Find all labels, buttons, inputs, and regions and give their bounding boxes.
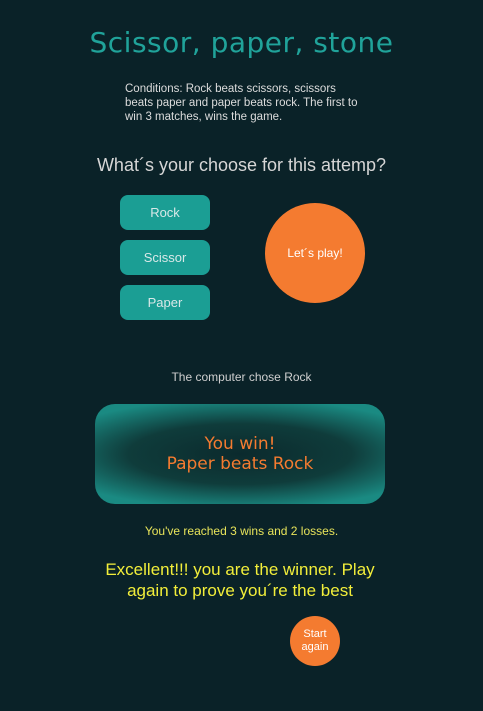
start-again-line1: Start: [303, 628, 327, 640]
computer-choice-text: The computer chose Rock: [171, 370, 312, 384]
result-outcome: You win!: [204, 434, 276, 454]
start-again-button[interactable]: Start again: [290, 616, 340, 666]
choice-prompt: What´s your choose for this attemp?: [96, 155, 387, 175]
start-again-label: Start again: [302, 628, 329, 654]
rock-button[interactable]: Rock: [120, 195, 210, 230]
scissor-button[interactable]: Scissor: [120, 240, 210, 275]
game-conditions: Conditions: Rock beats scissors, scissor…: [125, 83, 358, 123]
start-again-line2: again: [301, 641, 329, 653]
final-message: Excellent!!! you are the winner. Play ag…: [105, 560, 375, 600]
score-text: You've reached 3 wins and 2 losses.: [144, 524, 339, 538]
result-explanation: Paper beats Rock: [166, 454, 314, 474]
play-button[interactable]: Let´s play!: [265, 203, 365, 303]
paper-button[interactable]: Paper: [120, 285, 210, 320]
result-panel: You win! Paper beats Rock: [95, 404, 385, 504]
game-title: Scissor, paper, stone: [89, 26, 394, 59]
